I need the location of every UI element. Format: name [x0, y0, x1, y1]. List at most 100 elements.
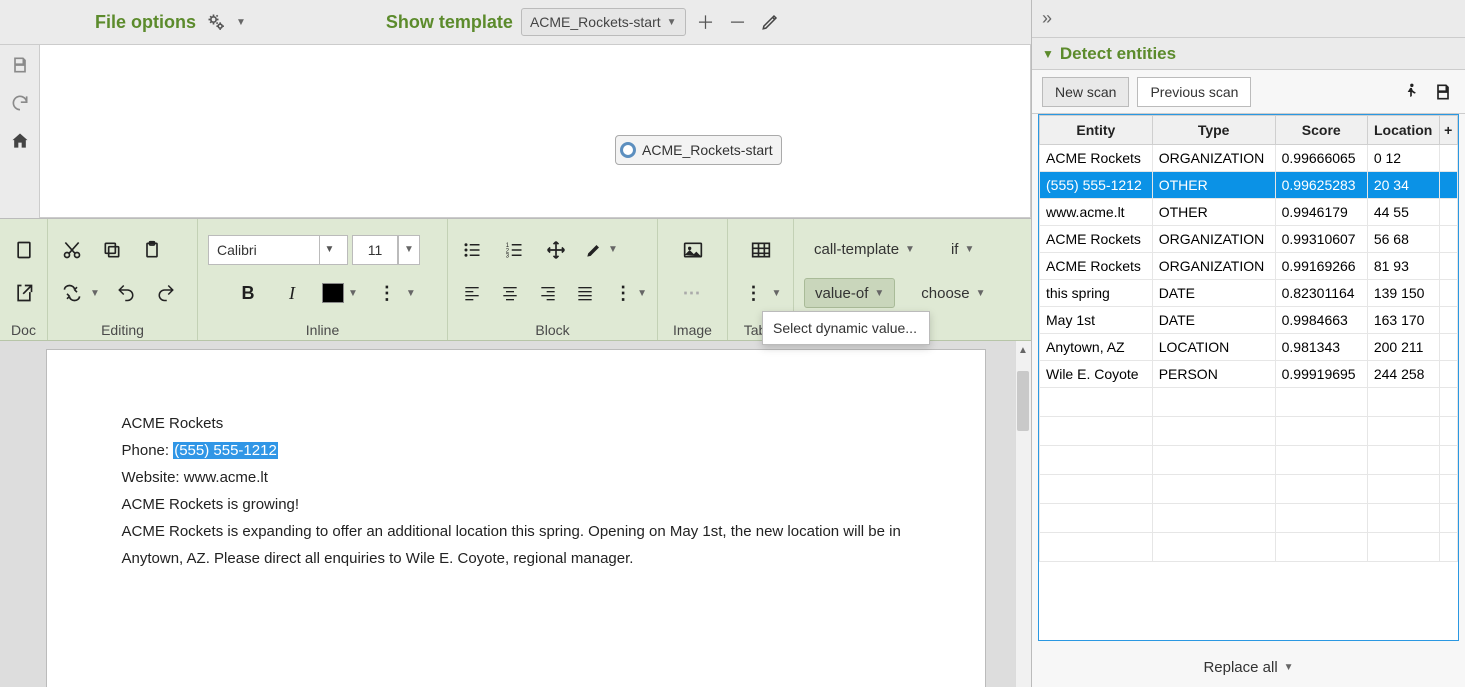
- cell-location: 44 55: [1367, 199, 1439, 226]
- document-scroll[interactable]: ACME Rockets Phone: (555) 555-1212 Websi…: [0, 341, 1031, 687]
- table-row[interactable]: Anytown, AZLOCATION0.981343200 211: [1040, 334, 1458, 361]
- align-justify-icon[interactable]: [571, 279, 599, 307]
- cell-location: 200 211: [1367, 334, 1439, 361]
- scrollbar-track[interactable]: ▲: [1015, 341, 1031, 687]
- tab-new-scan[interactable]: New scan: [1042, 77, 1129, 107]
- right-panel-header[interactable]: ▼ Detect entities: [1032, 38, 1465, 70]
- table-row[interactable]: this springDATE0.82301164139 150: [1040, 280, 1458, 307]
- value-of-button[interactable]: value-of▼: [804, 278, 895, 308]
- table-row: [1040, 417, 1458, 446]
- document-page[interactable]: ACME Rockets Phone: (555) 555-1212 Websi…: [46, 349, 986, 687]
- file-options-label: File options: [95, 12, 196, 33]
- cell-type: ORGANIZATION: [1152, 253, 1275, 280]
- choose-button[interactable]: choose▼: [911, 278, 995, 308]
- find-replace-icon[interactable]: [58, 279, 86, 307]
- more-block-caret-icon[interactable]: ▼: [637, 288, 647, 299]
- canvas-node[interactable]: ACME_Rockets-start: [615, 135, 782, 165]
- italic-button[interactable]: I: [278, 279, 306, 307]
- show-template-label: Show template: [386, 12, 513, 33]
- col-score[interactable]: Score: [1275, 116, 1367, 145]
- doc-line-3: Website: www.acme.lt: [122, 464, 910, 491]
- table-icon[interactable]: [747, 236, 775, 264]
- replace-all-label: Replace all: [1203, 659, 1277, 676]
- cell-score: 0.9946179: [1275, 199, 1367, 226]
- template-selector[interactable]: ACME_Rockets-start ▼: [521, 8, 686, 36]
- align-left-icon[interactable]: [458, 279, 486, 307]
- cut-icon[interactable]: [58, 236, 86, 264]
- cell-score: 0.99169266: [1275, 253, 1367, 280]
- group-label-editing: Editing: [58, 318, 187, 340]
- cell-type: DATE: [1152, 280, 1275, 307]
- group-label-image: Image: [668, 318, 717, 340]
- more-block-icon[interactable]: ⋮: [609, 279, 637, 307]
- tab-previous-scan[interactable]: Previous scan: [1137, 77, 1251, 107]
- cell-location: 20 34: [1367, 172, 1439, 199]
- pencil-icon[interactable]: [758, 10, 782, 34]
- home-icon[interactable]: [10, 131, 30, 151]
- file-options-caret-icon[interactable]: ▼: [236, 17, 246, 28]
- col-entity[interactable]: Entity: [1040, 116, 1153, 145]
- more-inline-caret-icon[interactable]: ▼: [406, 288, 416, 299]
- popup-item-label: Select dynamic value...: [773, 320, 917, 336]
- if-button[interactable]: if▼: [941, 235, 984, 265]
- move-icon[interactable]: [542, 236, 570, 264]
- value-of-popup[interactable]: Select dynamic value...: [762, 311, 930, 345]
- cell-type: ORGANIZATION: [1152, 226, 1275, 253]
- table-row[interactable]: May 1stDATE0.9984663163 170: [1040, 307, 1458, 334]
- template-canvas[interactable]: ACME_Rockets-start: [40, 45, 1031, 218]
- numbered-list-icon[interactable]: 123: [500, 236, 528, 264]
- redo-icon[interactable]: [152, 279, 180, 307]
- bulleted-list-icon[interactable]: [458, 236, 486, 264]
- table-row[interactable]: (555) 555-1212OTHER0.9962528320 34: [1040, 172, 1458, 199]
- image-icon[interactable]: [679, 236, 707, 264]
- table-row[interactable]: www.acme.ltOTHER0.994617944 55: [1040, 199, 1458, 226]
- highlighter-icon[interactable]: ▼: [584, 240, 618, 260]
- undo-icon[interactable]: [112, 279, 140, 307]
- if-caret-icon: ▼: [964, 244, 974, 255]
- col-type[interactable]: Type: [1152, 116, 1275, 145]
- table-row[interactable]: ACME RocketsORGANIZATION0.996660650 12: [1040, 145, 1458, 172]
- gears-icon[interactable]: [204, 10, 228, 34]
- replace-all-button[interactable]: Replace all▼: [1203, 659, 1293, 676]
- doc-insert-icon[interactable]: [10, 279, 37, 307]
- save-icon[interactable]: [10, 55, 30, 75]
- doc-page-icon[interactable]: [10, 236, 37, 264]
- align-center-icon[interactable]: [496, 279, 524, 307]
- cell-entity: Wile E. Coyote: [1040, 361, 1153, 388]
- col-location[interactable]: Location: [1367, 116, 1439, 145]
- font-color-button[interactable]: ▼: [322, 283, 358, 303]
- left-tool-rail: [0, 45, 40, 218]
- font-size-select[interactable]: 11: [352, 235, 398, 265]
- run-icon[interactable]: [1399, 80, 1423, 104]
- template-selected-value: ACME_Rockets-start: [530, 14, 661, 30]
- bold-button[interactable]: B: [234, 279, 262, 307]
- table-more-caret-icon[interactable]: ▼: [772, 288, 782, 299]
- font-size-caret[interactable]: ▼: [398, 235, 420, 265]
- call-template-button[interactable]: call-template▼: [804, 235, 925, 265]
- scroll-up-icon[interactable]: ▲: [1015, 341, 1031, 359]
- entities-table[interactable]: Entity Type Score Location + ACME Rocket…: [1038, 114, 1459, 641]
- font-family-select[interactable]: Calibri ▼: [208, 235, 348, 265]
- copy-icon[interactable]: [98, 236, 126, 264]
- scrollbar-thumb[interactable]: [1017, 371, 1029, 431]
- plus-icon[interactable]: ＋: [694, 10, 718, 34]
- ribbon: Doc ▼ Editing: [0, 219, 1031, 341]
- table-more-icon[interactable]: ⋮: [740, 279, 768, 307]
- font-size-value: 11: [368, 242, 383, 258]
- refresh-icon[interactable]: [10, 93, 30, 113]
- table-row[interactable]: Wile E. CoyotePERSON0.99919695244 258: [1040, 361, 1458, 388]
- more-inline-icon[interactable]: ⋮: [374, 279, 402, 307]
- table-row: [1040, 504, 1458, 533]
- image-more-icon[interactable]: ⋯: [679, 279, 707, 307]
- table-row[interactable]: ACME RocketsORGANIZATION0.9916926681 93: [1040, 253, 1458, 280]
- save-scan-icon[interactable]: [1431, 80, 1455, 104]
- cell-type: OTHER: [1152, 199, 1275, 226]
- paste-icon[interactable]: [138, 236, 166, 264]
- doc-line-4: ACME Rockets is growing!: [122, 491, 910, 518]
- right-panel-collapse[interactable]: »: [1032, 0, 1465, 38]
- align-right-icon[interactable]: [534, 279, 562, 307]
- col-add[interactable]: +: [1439, 116, 1457, 145]
- table-row[interactable]: ACME RocketsORGANIZATION0.9931060756 68: [1040, 226, 1458, 253]
- find-caret-icon[interactable]: ▼: [90, 288, 100, 299]
- minus-icon[interactable]: －: [726, 10, 750, 34]
